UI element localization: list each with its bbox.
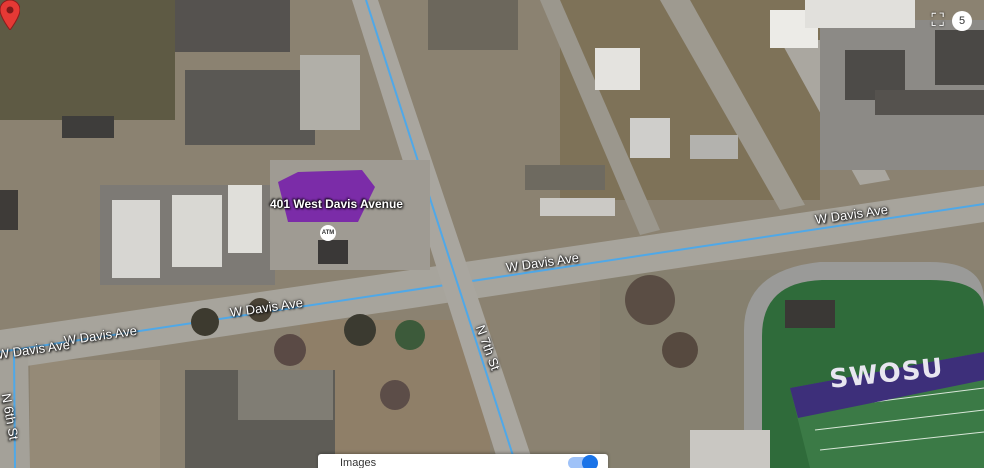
map-controls: ⛶ 5 (931, 10, 972, 31)
stadium-endzone-text: SWOSU (828, 353, 945, 395)
location-pin-icon[interactable] (0, 0, 20, 30)
fullscreen-icon[interactable]: ⛶ (931, 10, 944, 31)
atm-icon: ATM (320, 225, 336, 241)
imagery-toggle[interactable] (568, 455, 598, 468)
photo-count-badge[interactable]: 5 (952, 10, 972, 31)
satellite-map[interactable]: 401 West Davis Avenue ATM W Davis Ave W … (0, 0, 984, 468)
imagery-panel[interactable]: Images (318, 454, 608, 468)
pin-address-label: 401 West Davis Avenue (270, 197, 403, 211)
imagery-label: Images (340, 457, 377, 468)
